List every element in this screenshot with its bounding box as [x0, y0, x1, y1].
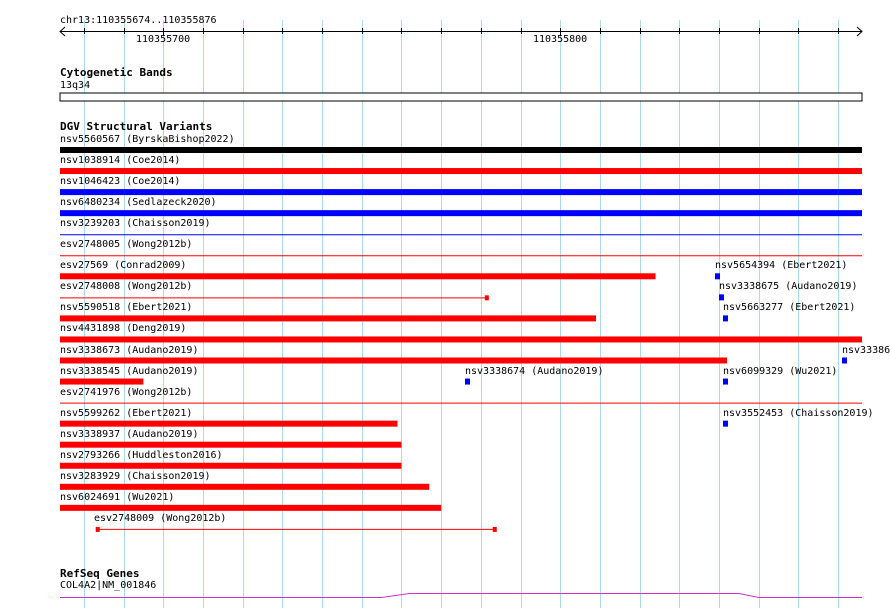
dgv-feature-bar: [60, 147, 862, 153]
dgv-feature-bar: [60, 168, 862, 175]
dgv-feature-label[interactable]: nsv5654394 (Ebert2021): [715, 260, 847, 272]
dgv-feature-label[interactable]: nsv3338673 (Audano2019): [60, 345, 198, 357]
refseq-track: [60, 593, 862, 598]
ruler-tick-label: 110355800: [533, 34, 588, 45]
dgv-feature-label[interactable]: nsv2793266 (Huddleston2016): [60, 450, 223, 462]
dgv-feature-label[interactable]: esv2748005 (Wong2012b): [60, 239, 192, 251]
dgv-feature-label[interactable]: esv27569 (Conrad2009): [60, 260, 186, 272]
cytoband-label: 13q34: [60, 80, 91, 91]
dgv-feature-bar: [60, 483, 430, 490]
refseq-gene-label[interactable]: COL4A2|NM_001846: [60, 580, 156, 592]
cytoband-track: [59, 92, 863, 102]
dgv-feature-bar: [60, 210, 862, 217]
dgv-feature-dot: [465, 378, 470, 385]
dgv-feature-label[interactable]: esv2748009 (Wong2012b): [94, 513, 226, 525]
dgv-feature-label[interactable]: esv2741976 (Wong2012b): [60, 387, 192, 399]
dgv-feature-dot: [723, 378, 728, 385]
dgv-feature-bar: [60, 462, 402, 469]
dgv-feature-label[interactable]: nsv33386: [842, 345, 890, 357]
dgv-feature-label[interactable]: nsv3338675 (Audano2019): [719, 281, 857, 293]
dgv-feature-label[interactable]: nsv1038914 (Coe2014): [60, 155, 180, 167]
dgv-feature-dot: [723, 420, 728, 427]
dgv-feature-bar: [60, 357, 728, 364]
dgv-feature-bar: [60, 273, 656, 280]
dgv-feature-bar: [60, 378, 144, 385]
dgv-feature-label[interactable]: nsv3283929 (Chaisson2019): [60, 471, 211, 483]
dgv-feature-label[interactable]: nsv4431898 (Deng2019): [60, 323, 186, 335]
dgv-feature-dot: [719, 294, 724, 301]
dgv-feature-label[interactable]: nsv3239203 (Chaisson2019): [60, 218, 211, 230]
dgv-feature-label[interactable]: nsv3552453 (Chaisson2019): [723, 408, 874, 420]
dgv-feature-label[interactable]: nsv5590518 (Ebert2021): [60, 302, 192, 314]
dgv-feature-label[interactable]: nsv6480234 (Sedlazeck2020): [60, 197, 217, 209]
dgv-feature-label[interactable]: nsv6099329 (Wu2021): [723, 366, 837, 378]
dgv-feature-label[interactable]: nsv1046423 (Coe2014): [60, 176, 180, 188]
dgv-feature-bar: [60, 441, 402, 448]
dgv-feature-bar: [60, 315, 596, 322]
refseq-track-title[interactable]: RefSeq Genes: [60, 568, 139, 580]
dgv-feature-end-cap: [484, 295, 489, 301]
dgv-feature-label[interactable]: nsv5663277 (Ebert2021): [723, 302, 855, 314]
dgv-feature-label[interactable]: nsv3338937 (Audano2019): [60, 429, 198, 441]
cytoband-bar: [59, 92, 863, 102]
locus-label: chr13:110355674..110355876: [60, 15, 217, 26]
dgv-track-title[interactable]: DGV Structural Variants: [60, 121, 212, 133]
dgv-feature-end-cap: [492, 526, 497, 532]
dgv-feature-bar: [60, 420, 398, 427]
dgv-feature-label[interactable]: esv2748008 (Wong2012b): [60, 281, 192, 293]
dgv-feature-bar: [60, 504, 442, 511]
dgv-feature-label[interactable]: nsv5599262 (Ebert2021): [60, 408, 192, 420]
cytoband-track-title[interactable]: Cytogenetic Bands: [60, 67, 173, 79]
dgv-feature-dot: [715, 273, 720, 280]
dgv-feature-label[interactable]: nsv6024691 (Wu2021): [60, 492, 174, 504]
ruler-tick-label: 110355700: [136, 34, 191, 45]
dgv-feature-start-cap: [95, 526, 100, 532]
dgv-feature-dot: [723, 315, 728, 322]
refseq-gene-model: [60, 593, 862, 598]
dgv-feature-bar: [60, 189, 862, 196]
dgv-feature-label[interactable]: nsv3338545 (Audano2019): [60, 366, 198, 378]
dgv-feature-label[interactable]: nsv3338674 (Audano2019): [465, 366, 603, 378]
dgv-feature-dot: [842, 357, 847, 364]
genome-browser-view: chr13:110355674..110355876 110355700 1103…: [0, 0, 890, 608]
dgv-feature-bar: [60, 336, 862, 343]
dgv-feature-label[interactable]: nsv5560567 (ByrskaBishop2022): [60, 134, 235, 146]
